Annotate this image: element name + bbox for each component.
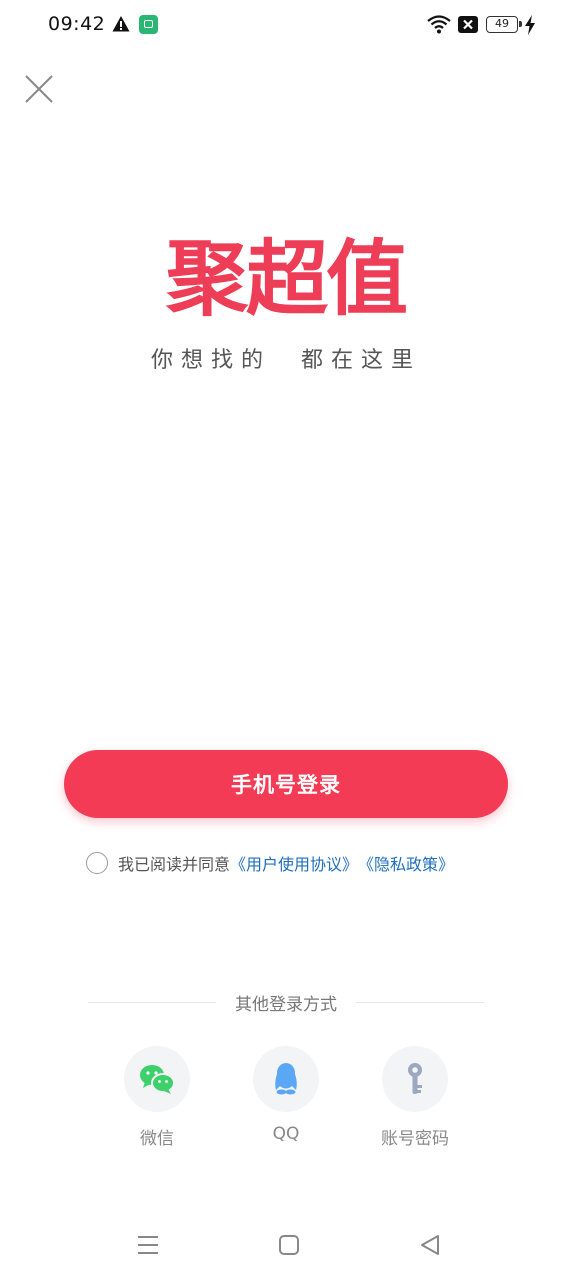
wifi-icon [427, 15, 451, 34]
home-icon[interactable] [276, 1232, 302, 1258]
key-icon [408, 1063, 422, 1094]
wechat-login-button[interactable] [124, 1046, 190, 1112]
account-password-label: 账号密码 [381, 1129, 449, 1149]
wechat-login-option[interactable]: 微信 [107, 1046, 207, 1149]
divider-right [356, 1002, 484, 1003]
privacy-policy-link[interactable]: 《隐私政策》 [358, 851, 454, 875]
qq-login-option[interactable]: QQ [236, 1046, 336, 1144]
qq-login-button[interactable] [253, 1046, 319, 1112]
status-time: 09:42 [48, 13, 106, 35]
user-agreement-link[interactable]: 《用户使用协议》 [230, 851, 358, 875]
account-password-login-option[interactable]: 账号密码 [365, 1046, 465, 1149]
account-password-login-button[interactable] [382, 1046, 448, 1112]
back-icon[interactable] [417, 1232, 443, 1258]
qq-icon [275, 1063, 297, 1095]
status-bar: 09:42 49 [0, 0, 572, 52]
close-button[interactable] [22, 72, 56, 106]
app-notification-icon [139, 15, 158, 34]
phone-login-button[interactable]: 手机号登录 [64, 750, 508, 818]
menu-icon[interactable] [135, 1232, 161, 1258]
brand-logo: 聚超值 [165, 231, 408, 327]
brand-slogan: 你想找的 都在这里 [151, 348, 421, 373]
wechat-icon [140, 1065, 175, 1094]
close-icon [25, 75, 53, 103]
other-login-header: 其他登录方式 [88, 990, 484, 1016]
agreement-row: 我已阅读并同意 《用户使用协议》 《隐私政策》 [86, 849, 454, 877]
x-badge-icon [458, 16, 478, 33]
agreement-checkbox[interactable] [86, 852, 108, 874]
warning-icon [112, 16, 130, 32]
agreement-text: 我已阅读并同意 [118, 855, 231, 874]
wechat-label: 微信 [140, 1129, 174, 1149]
charging-bolt-icon [525, 15, 535, 35]
navigation-bar [0, 1215, 572, 1275]
qq-label: QQ [272, 1124, 300, 1144]
battery-icon: 49 [486, 16, 522, 33]
